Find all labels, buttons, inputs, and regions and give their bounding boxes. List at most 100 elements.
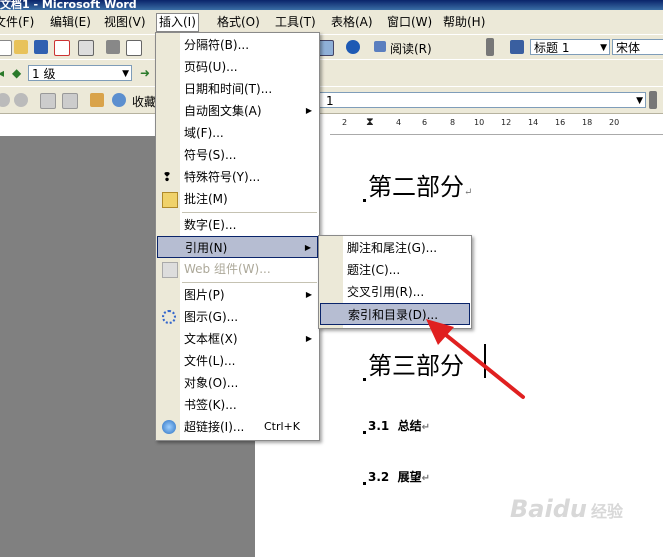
chevron-down-icon: ▼	[600, 43, 607, 53]
chevron-down-icon: ▼	[122, 69, 129, 79]
ruler-tick: 2	[342, 118, 348, 127]
menu-item-date-time[interactable]: 日期和时间(T)...	[157, 78, 318, 100]
menu-item-footnote[interactable]: 脚注和尾注(G)...	[320, 237, 470, 259]
back-icon[interactable]	[0, 93, 10, 107]
menu-item-page-numbers[interactable]: 页码(U)...	[157, 56, 318, 78]
menu-file[interactable]: 文件(F)	[0, 14, 36, 31]
menu-item-diagram[interactable]: 图示(G)...	[157, 306, 318, 328]
menu-item-number[interactable]: 数字(E)...	[157, 214, 318, 236]
watermark-brand: Baidu	[510, 495, 587, 523]
heading-3-1-text: 总结	[397, 419, 422, 433]
menu-window[interactable]: 窗口(W)	[385, 14, 434, 31]
outline-toolbar: ◂ ◆ 1 级 ▼ ➜	[0, 59, 663, 87]
menu-item-field[interactable]: 域(F)...	[157, 122, 318, 144]
menu-item-reference[interactable]: 引用(N) ▶	[157, 236, 318, 258]
menu-item-comment[interactable]: 批注(M)	[157, 188, 318, 210]
search-web-icon[interactable]	[112, 93, 126, 107]
submenu-arrow-icon: ▶	[305, 106, 312, 115]
menu-item-picture[interactable]: 图片(P) ▶	[157, 284, 318, 306]
bullet-marker	[363, 431, 366, 434]
paragraph-mark: ↵	[464, 187, 473, 198]
heading-3-2[interactable]: 3.2 展望↵	[363, 468, 430, 485]
ruler-tick: 12	[501, 118, 512, 127]
promote-arrow-icon[interactable]: ◆	[12, 66, 21, 80]
menu-item-object[interactable]: 对象(O)...	[157, 372, 318, 394]
save-icon[interactable]	[34, 40, 48, 54]
diagram-icon	[162, 310, 176, 324]
submenu-arrow-icon: ▶	[305, 334, 312, 343]
paragraph-mark: ↵	[421, 473, 431, 484]
menu-view[interactable]: 视图(V)	[102, 14, 148, 31]
menu-item-web-component[interactable]: Web 组件(W)...	[157, 258, 318, 280]
refresh-icon[interactable]	[62, 93, 78, 109]
comment-icon	[162, 192, 178, 208]
address-select[interactable]: 1 ▼	[318, 92, 646, 108]
menu-item-special-symbol[interactable]: ❢ 特殊符号(Y)...	[157, 166, 318, 188]
menu-item-break[interactable]: 分隔符(B)...	[157, 34, 318, 56]
annotation-arrow-shaft	[434, 325, 525, 399]
print-preview-icon[interactable]	[126, 40, 142, 56]
menu-edit[interactable]: 编辑(E)	[48, 14, 93, 31]
chevron-down-icon: ▼	[636, 96, 643, 106]
menu-item-caption[interactable]: 题注(C)...	[320, 259, 470, 281]
ruler-tick: 8	[450, 118, 456, 127]
watermark-product: 经验	[590, 502, 623, 521]
menu-item-hyperlink[interactable]: 超链接(I)... Ctrl+K	[157, 416, 318, 438]
toolbar-options-icon[interactable]	[486, 38, 494, 56]
heading-3-2-text: 展望	[397, 470, 422, 484]
menu-item-cross-reference[interactable]: 交叉引用(R)...	[320, 281, 470, 303]
ruler-tick: 10	[474, 118, 485, 127]
heading-3-1-num: 3.1	[368, 419, 390, 433]
table-icon[interactable]	[318, 40, 334, 56]
insert-menu: 分隔符(B)... 页码(U)... 日期和时间(T)... 自动图文集(A) ▶…	[155, 32, 320, 441]
menu-insert[interactable]: 插入(I)	[156, 13, 199, 32]
horizontal-ruler: 2 ⧗ 4 6 8 10 12 14 16 18 20	[330, 115, 663, 135]
ruler-tick: 14	[528, 118, 539, 127]
paragraph-mark: ↵	[421, 422, 431, 433]
reading-book-icon	[374, 41, 386, 52]
demote-arrow-icon[interactable]: ➜	[140, 66, 150, 80]
menu-tools[interactable]: 工具(T)	[273, 14, 318, 31]
special-symbol-icon: ❢	[162, 170, 173, 184]
favorites-button[interactable]: 收藏	[132, 93, 156, 110]
stop-icon[interactable]	[40, 93, 56, 109]
forward-icon[interactable]	[14, 93, 28, 107]
styles-formatting-icon[interactable]	[510, 40, 524, 54]
menu-item-bookmark[interactable]: 书签(K)...	[157, 394, 318, 416]
email-icon[interactable]	[78, 40, 94, 56]
menu-item-autotext[interactable]: 自动图文集(A) ▶	[157, 100, 318, 122]
style-select[interactable]: 标题 1 ▼	[530, 39, 610, 55]
title-bar: 文档1 - Microsoft Word	[0, 0, 663, 10]
menu-item-text-box[interactable]: 文本框(X) ▶	[157, 328, 318, 350]
indent-marker-icon[interactable]: ⧗	[366, 115, 374, 129]
reading-button[interactable]: 阅读(R)	[390, 40, 432, 57]
permission-icon[interactable]	[54, 40, 70, 56]
new-document-icon[interactable]	[0, 40, 12, 56]
web-toolbar: 收藏 1 ▼	[0, 86, 663, 114]
window-title: 文档1 - Microsoft Word	[0, 0, 137, 10]
menu-item-file[interactable]: 文件(L)...	[157, 350, 318, 372]
hyperlink-globe-icon	[162, 420, 176, 434]
font-select[interactable]: 宋体	[612, 39, 663, 55]
promote-icon[interactable]: ◂	[0, 66, 4, 80]
heading-3-1[interactable]: 3.1 总结↵	[363, 417, 430, 434]
menu-item-symbol[interactable]: 符号(S)...	[157, 144, 318, 166]
ruler-tick: 18	[582, 118, 593, 127]
menu-help[interactable]: 帮助(H)	[441, 14, 487, 31]
print-icon[interactable]	[106, 40, 120, 54]
web-component-icon	[162, 262, 178, 278]
submenu-arrow-icon: ▶	[305, 290, 312, 299]
ruler-tick: 4	[396, 118, 402, 127]
toolbar-options-icon[interactable]	[649, 91, 657, 109]
heading-part-two[interactable]: 第二部分↵	[363, 167, 472, 202]
menu-separator	[182, 282, 317, 283]
menu-table[interactable]: 表格(A)	[329, 14, 375, 31]
menu-separator	[182, 212, 317, 213]
home-icon[interactable]	[90, 93, 104, 107]
annotation-arrow-icon	[426, 319, 525, 399]
menu-format[interactable]: 格式(O)	[215, 14, 262, 31]
open-folder-icon[interactable]	[14, 40, 28, 54]
menu-bar: 文件(F) 编辑(E) 视图(V) 插入(I) 格式(O) 工具(T) 表格(A…	[0, 10, 663, 34]
outline-level-select[interactable]: 1 级 ▼	[28, 65, 132, 81]
help-icon[interactable]	[346, 40, 360, 54]
